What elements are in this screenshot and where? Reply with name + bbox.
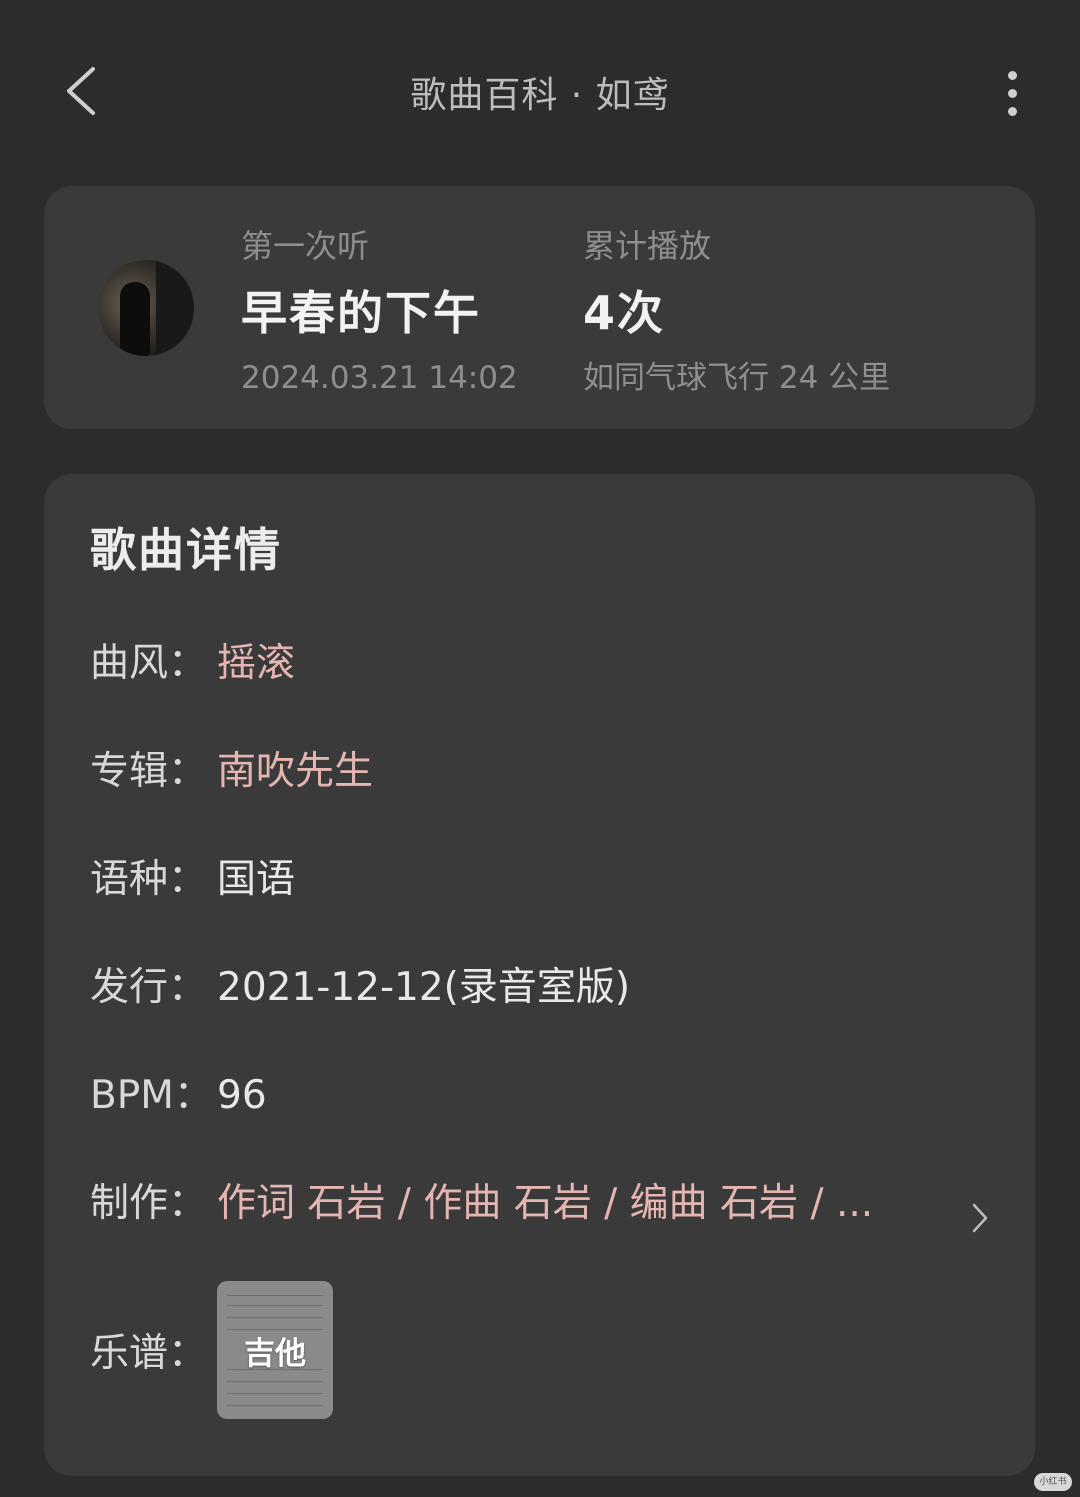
credits-label: 制作： [90, 1181, 208, 1226]
top-bar: 歌曲百科 · 如鸢 [0, 0, 1080, 185]
bpm-label: BPM： [90, 1073, 213, 1118]
first-listen-timestamp: 2024.03.21 14:02 [241, 360, 518, 396]
page-title: 歌曲百科 · 如鸢 [410, 75, 670, 116]
play-count-section: 累计播放 4次 如同气球飞行 24 公里 [583, 224, 890, 400]
release-label: 发行： [90, 965, 208, 1010]
more-dot-icon [1007, 106, 1017, 116]
song-details-card: 歌曲详情 曲风： 摇滚 专辑： 南吹先生 语种： 国语 发行： 2021-12-… [44, 474, 1035, 1476]
release-value: 2021-12-12(录音室版) [217, 965, 631, 1010]
bpm-value: 96 [217, 1073, 267, 1118]
bpm-row: BPM： 96 [90, 1066, 267, 1126]
play-count-comparison: 如同气球飞行 24 公里 [583, 360, 891, 396]
genre-label: 曲风： [90, 641, 208, 686]
play-count-label: 累计播放 [583, 227, 712, 265]
chevron-right-icon [972, 1203, 988, 1233]
genre-link[interactable]: 摇滚 [217, 634, 295, 694]
first-listen-section: 第一次听 早春的下午 2024.03.21 14:02 [241, 224, 518, 400]
first-listen-label: 第一次听 [241, 227, 370, 265]
sheet-item-label: 吉他 [244, 1335, 306, 1372]
more-dot-icon [1007, 70, 1017, 80]
guitar-sheet-thumbnail[interactable]: 吉他 [217, 1281, 333, 1419]
listen-stats-card: 第一次听 早春的下午 2024.03.21 14:02 累计播放 4次 如同气球… [44, 186, 1035, 429]
more-options-button[interactable] [990, 60, 1034, 126]
language-row: 语种： 国语 [90, 850, 295, 910]
more-dot-icon [1007, 88, 1017, 98]
play-count-value: 4次 [583, 286, 666, 340]
first-listen-value: 早春的下午 [241, 286, 481, 340]
language-value: 国语 [217, 857, 296, 902]
release-row: 发行： 2021-12-12(录音室版) [90, 958, 630, 1018]
language-label: 语种： [90, 857, 208, 902]
genre-row: 曲风： 摇滚 [90, 634, 295, 694]
album-row: 专辑： 南吹先生 [90, 742, 373, 802]
credits-link[interactable]: 作词 石岩 / 作曲 石岩 / 编曲 石岩 / ... [217, 1174, 1000, 1234]
credits-expand-button[interactable] [965, 1188, 995, 1248]
credits-row[interactable]: 制作： 作词 石岩 / 作曲 石岩 / 编曲 石岩 / ... [90, 1174, 1000, 1234]
section-title: 歌曲详情 [90, 523, 282, 577]
avatar[interactable] [98, 260, 194, 356]
album-label: 专辑： [90, 749, 208, 794]
sheet-music-row: 乐谱： 吉他 [90, 1280, 333, 1420]
sheet-label: 乐谱： [90, 1331, 208, 1376]
album-link[interactable]: 南吹先生 [217, 742, 373, 802]
watermark-logo: 小红书 [1034, 1473, 1072, 1491]
